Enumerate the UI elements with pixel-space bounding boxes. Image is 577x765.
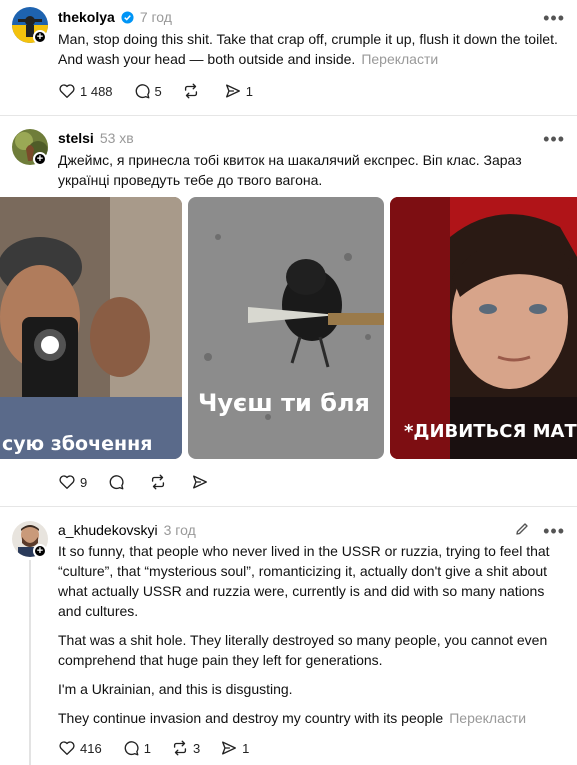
username[interactable]: a_khudekovskyi [58, 522, 158, 538]
timestamp[interactable]: 53 хв [100, 130, 134, 146]
like-button[interactable]: 9 [58, 473, 87, 491]
post-paragraph: That was a shit hole. They literally des… [58, 632, 548, 668]
media-image-3[interactable]: *ДИВИТЬСЯ МАТ [390, 197, 577, 459]
post-paragraph: They continue invasion and destroy my co… [58, 710, 444, 726]
follow-plus-icon[interactable]: + [33, 544, 47, 558]
repost-button[interactable] [182, 82, 204, 100]
post-text: It so funny, that people who never lived… [58, 541, 570, 737]
share-icon [222, 741, 237, 755]
heart-icon [59, 84, 75, 98]
reply-button[interactable] [107, 473, 129, 491]
share-button[interactable] [191, 473, 213, 491]
post-paragraph: I'm a Ukrainian, and this is disgusting. [58, 681, 293, 697]
share-count: 1 [245, 83, 254, 99]
media-image-2[interactable]: Чуєш ти бля [188, 197, 384, 459]
media-caption: сую збочення [2, 433, 153, 455]
post-thekolya: + thekolya 7 год ••• Man, stop doing thi… [0, 0, 577, 116]
like-button[interactable]: 416 [58, 739, 102, 757]
reply-count: 1 [143, 740, 151, 756]
post-paragraph: It so funny, that people who never lived… [58, 543, 550, 619]
translate-link[interactable]: Перекласти [449, 710, 526, 726]
share-button[interactable]: 1 [224, 82, 253, 100]
media-caption: Чуєш ти бля [198, 389, 370, 417]
repost-icon [173, 740, 187, 756]
media-image-1[interactable]: сую збочення [0, 197, 182, 459]
post-text: Джеймс, я принесла тобі квиток на шакаля… [58, 150, 568, 190]
more-icon[interactable]: ••• [543, 9, 565, 27]
repost-icon [184, 83, 197, 99]
comment-icon [109, 475, 124, 490]
username[interactable]: stelsi [58, 130, 94, 146]
comment-icon [124, 741, 139, 756]
follow-plus-icon[interactable]: + [33, 30, 47, 44]
post-body: Джеймс, я принесла тобі квиток на шакаля… [58, 152, 522, 188]
like-button[interactable]: 1 488 [58, 82, 113, 100]
translate-link[interactable]: Перекласти [361, 51, 438, 67]
share-icon [225, 84, 240, 98]
post-header: thekolya 7 год [58, 8, 172, 26]
like-count: 1 488 [80, 83, 113, 99]
action-bar: 416 1 3 1 [58, 738, 269, 758]
post-a-khudekovskyi: + a_khudekovskyi 3 год ••• It so funny, … [0, 506, 577, 765]
post-text: Man, stop doing this shit. Take that cra… [58, 29, 568, 69]
post-header: a_khudekovskyi 3 год [58, 521, 196, 539]
share-icon [193, 475, 208, 489]
heart-icon [59, 475, 75, 489]
username[interactable]: thekolya [58, 9, 115, 25]
post-header: stelsi 53 хв [58, 129, 134, 147]
like-count: 416 [80, 740, 102, 756]
repost-icon [152, 474, 165, 490]
more-icon[interactable]: ••• [543, 522, 565, 540]
timestamp[interactable]: 7 год [140, 9, 172, 25]
comment-icon [135, 84, 150, 99]
like-count: 9 [80, 474, 88, 490]
verified-badge-icon [121, 10, 134, 24]
share-count: 1 [242, 740, 250, 756]
heart-icon [59, 741, 75, 755]
repost-count: 3 [192, 740, 201, 756]
more-icon[interactable]: ••• [543, 130, 565, 148]
post-body: Man, stop doing this shit. Take that cra… [58, 31, 558, 67]
action-bar: 1 488 5 1 [58, 81, 273, 101]
action-bar: 9 [58, 472, 233, 492]
repost-button[interactable]: 3 [171, 739, 200, 757]
share-button[interactable]: 1 [220, 739, 249, 757]
reply-button[interactable]: 1 [122, 739, 151, 757]
media-caption: *ДИВИТЬСЯ МАТ [404, 421, 577, 442]
reply-count: 5 [154, 83, 162, 99]
timestamp[interactable]: 3 год [164, 522, 196, 538]
repost-button[interactable] [149, 473, 171, 491]
follow-plus-icon[interactable]: + [33, 152, 47, 166]
pencil-icon[interactable] [514, 521, 530, 537]
reply-button[interactable]: 5 [133, 82, 162, 100]
